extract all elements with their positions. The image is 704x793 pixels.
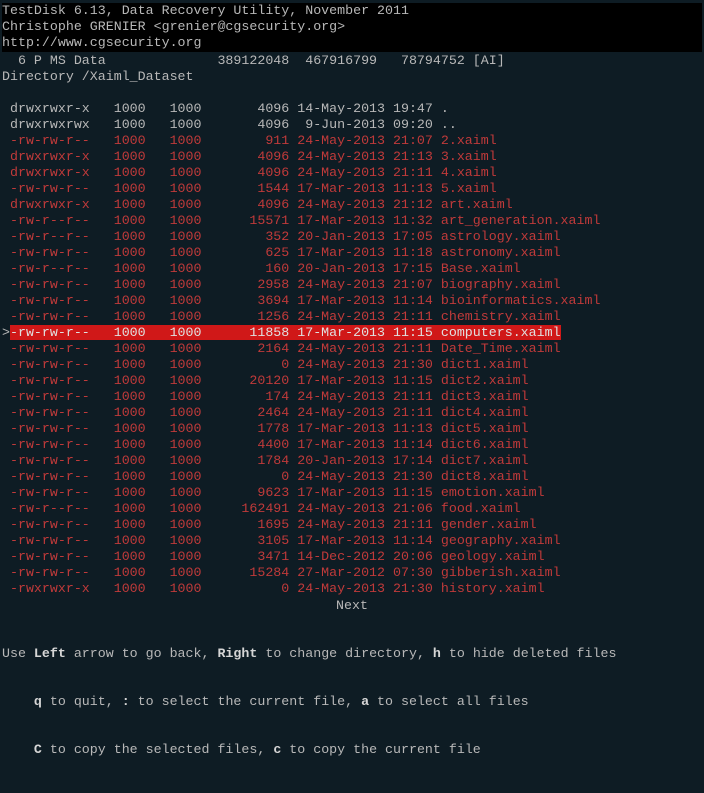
file-row[interactable]: -rw-rw-r-- 1000 1000 1544 17-Mar-2013 11… [2, 181, 702, 197]
file-row[interactable]: -rw-rw-r-- 1000 1000 174 24-May-2013 21:… [2, 389, 702, 405]
file-row[interactable]: -rw-rw-r-- 1000 1000 3694 17-Mar-2013 11… [2, 293, 702, 309]
file-row[interactable]: -rwxrwxr-x 1000 1000 0 24-May-2013 21:30… [2, 581, 702, 597]
file-row[interactable]: -rw-rw-r-- 1000 1000 625 17-Mar-2013 11:… [2, 245, 702, 261]
file-row[interactable]: -rw-rw-r-- 1000 1000 1778 17-Mar-2013 11… [2, 421, 702, 437]
file-row[interactable]: >-rw-rw-r-- 1000 1000 11858 17-Mar-2013 … [2, 325, 702, 341]
file-row[interactable]: -rw-rw-r-- 1000 1000 15284 27-Mar-2012 0… [2, 565, 702, 581]
file-row[interactable]: drwxrwxr-x 1000 1000 4096 24-May-2013 21… [2, 197, 702, 213]
file-row[interactable]: -rw-r--r-- 1000 1000 162491 24-May-2013 … [2, 501, 702, 517]
file-row[interactable]: -rw-r--r-- 1000 1000 15571 17-Mar-2013 1… [2, 213, 702, 229]
file-row[interactable]: -rw-rw-r-- 1000 1000 3105 17-Mar-2013 11… [2, 533, 702, 549]
file-row[interactable]: -rw-rw-r-- 1000 1000 4400 17-Mar-2013 11… [2, 437, 702, 453]
file-row[interactable]: -rw-rw-r-- 1000 1000 0 24-May-2013 21:30… [2, 357, 702, 373]
file-row[interactable]: -rw-rw-r-- 1000 1000 1695 24-May-2013 21… [2, 517, 702, 533]
file-row[interactable]: drwxrwxr-x 1000 1000 4096 24-May-2013 21… [2, 149, 702, 165]
file-row[interactable]: -rw-rw-r-- 1000 1000 9623 17-Mar-2013 11… [2, 485, 702, 501]
next-indicator: Next [2, 598, 702, 614]
file-listing[interactable]: drwxrwxr-x 1000 1000 4096 14-May-2013 19… [2, 101, 702, 597]
file-row[interactable]: -rw-rw-r-- 1000 1000 1784 20-Jan-2013 17… [2, 453, 702, 469]
file-row[interactable]: -rw-rw-r-- 1000 1000 2464 24-May-2013 21… [2, 405, 702, 421]
file-row[interactable]: drwxrwxrwx 1000 1000 4096 9-Jun-2013 09:… [2, 117, 702, 133]
footer-help: Use Left arrow to go back, Right to chan… [2, 614, 702, 790]
footer-line3: C to copy the selected files, c to copy … [2, 742, 702, 758]
footer-line2: q to quit, : to select the current file,… [2, 694, 702, 710]
url-line: http://www.cgsecurity.org [2, 35, 702, 51]
file-row[interactable]: -rw-rw-r-- 1000 1000 1256 24-May-2013 21… [2, 309, 702, 325]
file-row[interactable]: -rw-r--r-- 1000 1000 352 20-Jan-2013 17:… [2, 229, 702, 245]
directory-path: Directory /Xaiml_Dataset [2, 69, 702, 85]
file-row[interactable]: drwxrwxr-x 1000 1000 4096 14-May-2013 19… [2, 101, 702, 117]
file-row[interactable]: -rw-rw-r-- 1000 1000 2164 24-May-2013 21… [2, 341, 702, 357]
app-title: TestDisk 6.13, Data Recovery Utility, No… [2, 3, 702, 19]
file-row[interactable]: drwxrwxr-x 1000 1000 4096 24-May-2013 21… [2, 165, 702, 181]
partition-info: 6 P MS Data 389122048 467916799 78794752… [2, 53, 702, 69]
file-row[interactable]: -rw-r--r-- 1000 1000 160 20-Jan-2013 17:… [2, 261, 702, 277]
terminal-window: TestDisk 6.13, Data Recovery Utility, No… [0, 0, 704, 793]
main-area: 6 P MS Data 389122048 467916799 78794752… [2, 52, 702, 790]
header-block: TestDisk 6.13, Data Recovery Utility, No… [2, 3, 702, 52]
footer-line1: Use Left arrow to go back, Right to chan… [2, 646, 702, 662]
author-line: Christophe GRENIER <grenier@cgsecurity.o… [2, 19, 702, 35]
file-row[interactable]: -rw-rw-r-- 1000 1000 2958 24-May-2013 21… [2, 277, 702, 293]
file-row[interactable]: -rw-rw-r-- 1000 1000 20120 17-Mar-2013 1… [2, 373, 702, 389]
file-row[interactable]: -rw-rw-r-- 1000 1000 3471 14-Dec-2012 20… [2, 549, 702, 565]
file-row[interactable]: -rw-rw-r-- 1000 1000 0 24-May-2013 21:30… [2, 469, 702, 485]
file-row[interactable]: -rw-rw-r-- 1000 1000 911 24-May-2013 21:… [2, 133, 702, 149]
